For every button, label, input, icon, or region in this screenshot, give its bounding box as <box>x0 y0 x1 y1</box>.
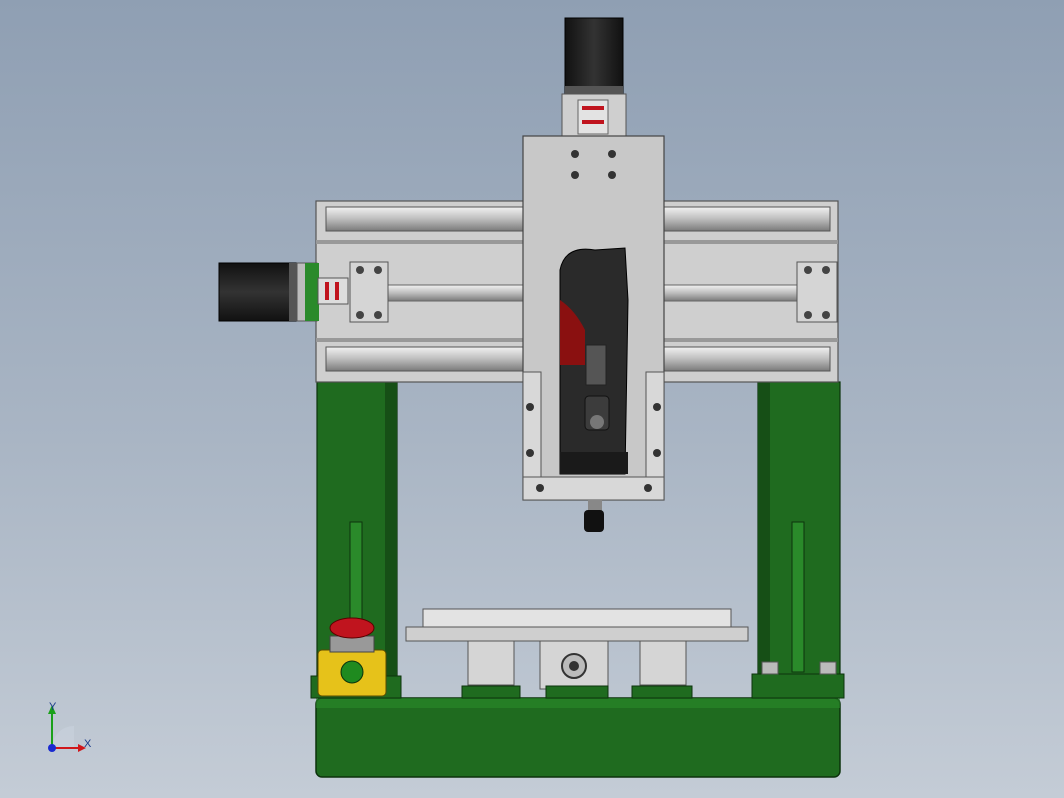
orientation-triad: Y X <box>48 701 92 752</box>
triad-z-axis <box>48 744 56 752</box>
work-table[interactable] <box>405 608 749 699</box>
x-axis-bearing-block[interactable] <box>796 261 838 323</box>
x-axis-motor[interactable] <box>218 261 389 323</box>
right-column[interactable] <box>751 381 845 699</box>
z-axis-motor[interactable] <box>561 17 627 137</box>
triad-y-label: Y <box>49 701 57 713</box>
triad-x-label: X <box>84 738 92 750</box>
cad-viewport[interactable]: Y X <box>0 0 1064 798</box>
base-plate[interactable] <box>315 697 841 778</box>
